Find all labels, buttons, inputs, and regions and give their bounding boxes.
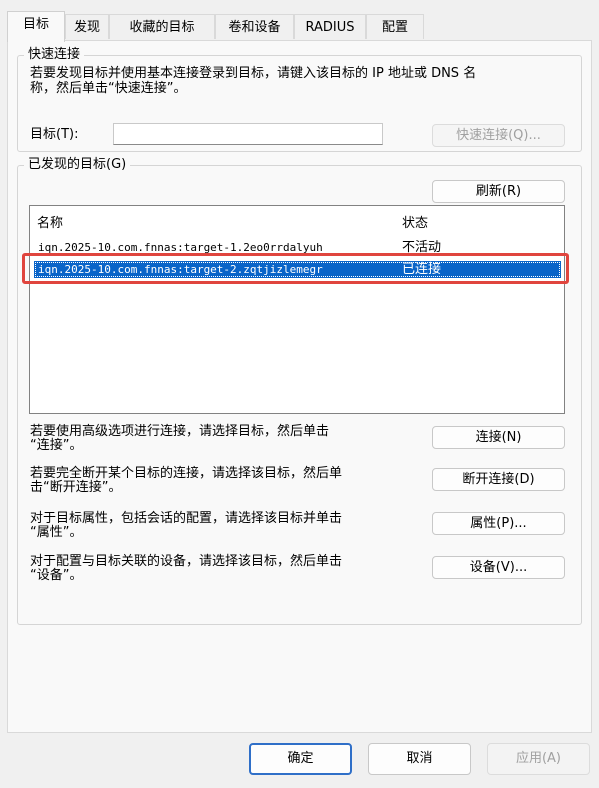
tab-targets[interactable]: 目标: [7, 11, 65, 42]
devices-description-line1: 对于配置与目标关联的设备，请选择该目标，然后单击: [30, 554, 343, 569]
devices-description-line2: “设备”。: [30, 568, 83, 583]
tab-favorite-targets[interactable]: 收藏的目标: [109, 14, 215, 39]
target-input[interactable]: [113, 123, 383, 145]
quick-connect-button[interactable]: 快速连接(Q)...: [432, 124, 565, 147]
tab-bar: 目标 发现 收藏的目标 卷和设备 RADIUS 配置: [0, 0, 599, 42]
connect-description-line1: 若要使用高级选项进行连接，请选择目标，然后单击: [30, 424, 330, 439]
tab-volumes-devices[interactable]: 卷和设备: [215, 14, 294, 39]
tab-configuration[interactable]: 配置: [366, 14, 424, 39]
quick-connect-description-line1: 若要发现目标并使用基本连接登录到目标，请键入该目标的 IP 地址或 DNS 名: [30, 66, 477, 81]
disconnect-button[interactable]: 断开连接(D): [432, 468, 565, 491]
ok-button[interactable]: 确定: [249, 743, 352, 775]
column-header-status[interactable]: 状态: [402, 216, 428, 232]
discovered-targets-legend: 已发现的目标(G): [24, 157, 131, 173]
disconnect-description-line2: 击“断开连接”。: [30, 480, 122, 495]
tab-radius[interactable]: RADIUS: [294, 14, 366, 39]
target-label: 目标(T):: [30, 127, 79, 142]
apply-button[interactable]: 应用(A): [487, 743, 590, 775]
column-header-name[interactable]: 名称: [37, 216, 63, 232]
highlight-box: [22, 253, 569, 284]
devices-button[interactable]: 设备(V)...: [432, 556, 565, 579]
cancel-button[interactable]: 取消: [368, 743, 471, 775]
connect-button[interactable]: 连接(N): [432, 426, 565, 449]
tab-discovery[interactable]: 发现: [65, 14, 109, 39]
quick-connect-description-line2: 称，然后单击“快速连接”。: [30, 81, 187, 96]
properties-description-line1: 对于目标属性，包括会话的配置，请选择该目标并单击: [30, 511, 343, 526]
connect-description-line2: “连接”。: [30, 438, 83, 453]
properties-description-line2: “属性”。: [30, 525, 83, 540]
quick-connect-legend: 快速连接: [24, 47, 85, 63]
properties-button[interactable]: 属性(P)...: [432, 512, 565, 535]
disconnect-description-line1: 若要完全断开某个目标的连接，请选择该目标，然后单: [30, 466, 343, 481]
targets-list[interactable]: 名称 状态 iqn.2025-10.com.fnnas:target-1.2eo…: [29, 205, 565, 414]
refresh-button[interactable]: 刷新(R): [432, 180, 565, 203]
